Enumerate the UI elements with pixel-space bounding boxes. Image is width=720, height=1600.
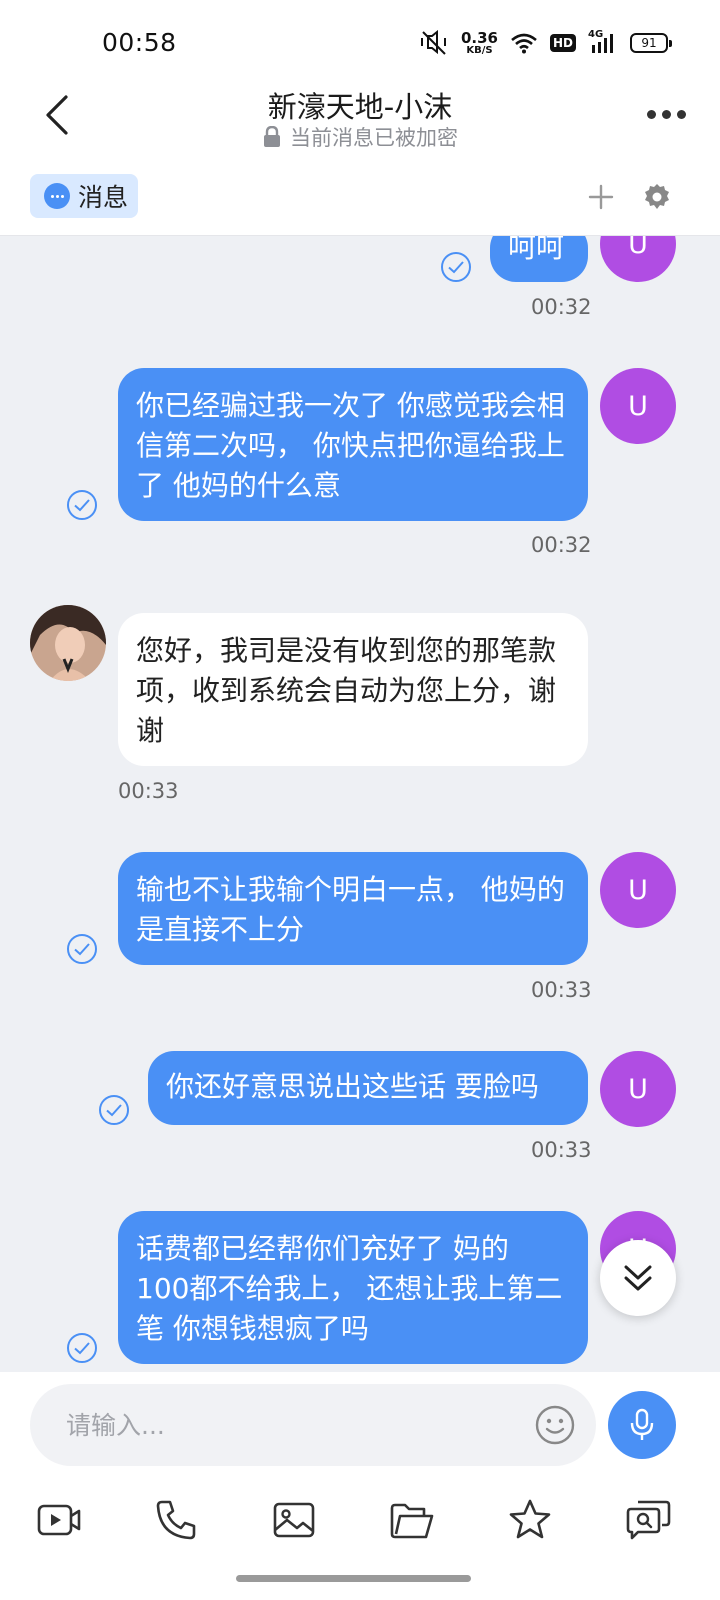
contact-avatar[interactable] <box>30 605 106 681</box>
message-list[interactable]: 呵呵 U 00:32 你已经骗过我一次了 你感觉我会相信第二次吗， 你快点把你逼… <box>0 236 720 1372</box>
cellular-signal-icon: 4G <box>588 29 618 54</box>
phone-icon[interactable] <box>152 1496 200 1544</box>
message-input[interactable] <box>66 1384 516 1466</box>
message-bubble[interactable]: 话费都已经帮你们充好了 妈的 100都不给我上， 还想让我上第二笔 你想钱想疯了… <box>118 1211 588 1364</box>
message-time: 00:33 <box>118 779 179 803</box>
emoji-icon[interactable] <box>534 1404 576 1446</box>
image-icon[interactable] <box>270 1496 318 1544</box>
read-check-icon <box>99 1095 129 1125</box>
avatar[interactable]: U <box>600 1051 676 1127</box>
read-check-icon <box>67 1333 97 1363</box>
message-bubble[interactable]: 呵呵 <box>490 236 588 282</box>
message-time: 00:33 <box>531 978 592 1002</box>
chat-title: 新濠天地-小沫 <box>267 90 453 124</box>
input-bar <box>0 1372 720 1482</box>
net-speed: 0.36 KB/S <box>460 28 498 56</box>
lock-icon <box>264 126 280 147</box>
plus-icon[interactable] <box>586 182 616 212</box>
avatar[interactable]: U <box>600 852 676 928</box>
encryption-notice: 当前消息已被加密 <box>0 122 720 152</box>
avatar[interactable]: U <box>600 236 676 282</box>
chat-header: 新濠天地-小沫 当前消息已被加密 <box>0 80 720 162</box>
read-check-icon <box>67 490 97 520</box>
message-bubble[interactable]: 你已经骗过我一次了 你感觉我会相信第二次吗， 你快点把你逼给我上了 他妈的什么意 <box>118 368 588 521</box>
status-icons: 0.36 KB/S HD 4G 91 <box>419 26 672 60</box>
wifi-icon <box>511 33 537 54</box>
folder-icon[interactable] <box>388 1496 436 1544</box>
encryption-text: 当前消息已被加密 <box>290 126 458 150</box>
avatar[interactable]: U <box>600 368 676 444</box>
home-indicator <box>236 1575 471 1582</box>
star-icon[interactable] <box>506 1496 554 1544</box>
tab-label: 消息 <box>78 183 129 212</box>
mute-vibrate-icon <box>420 30 446 55</box>
chat-bubble-icon <box>44 183 70 209</box>
message-bubble[interactable]: 你还好意思说出这些话 要脸吗 <box>148 1051 588 1125</box>
tab-messages[interactable]: 消息 <box>30 174 139 218</box>
tab-bar: 消息 <box>0 162 720 236</box>
status-time: 00:58 <box>102 28 177 57</box>
message-bubble[interactable]: 输也不让我输个明白一点， 他妈的 是直接不上分 <box>118 852 588 965</box>
gear-icon[interactable] <box>642 182 672 212</box>
hd-badge: HD <box>549 34 576 52</box>
double-chevron-down-icon <box>624 1265 652 1291</box>
read-check-icon <box>67 934 97 964</box>
scroll-to-bottom-button[interactable] <box>600 1240 676 1316</box>
message-time: 00:33 <box>531 1138 592 1162</box>
battery-indicator: 91 <box>630 33 672 53</box>
more-dots-icon[interactable] <box>642 104 690 124</box>
message-time: 00:32 <box>531 533 592 557</box>
attachment-toolbar <box>0 1482 720 1600</box>
video-icon[interactable] <box>35 1496 83 1544</box>
microphone-icon <box>630 1408 654 1440</box>
message-time: 00:32 <box>531 295 592 319</box>
voice-button[interactable] <box>608 1391 676 1459</box>
chat-search-icon[interactable] <box>624 1496 672 1544</box>
read-check-icon <box>441 252 471 282</box>
message-bubble[interactable]: 您好，我司是没有收到您的那笔款项，收到系统会自动为您上分，谢谢 <box>118 613 588 766</box>
message-input-box[interactable] <box>30 1384 596 1466</box>
chat-screen: 00:58 0.36 KB/S HD 4G 91 新濠天地-小沫 当前消息已被加… <box>0 0 720 1600</box>
status-bar: 00:58 0.36 KB/S HD 4G 91 <box>0 0 720 80</box>
